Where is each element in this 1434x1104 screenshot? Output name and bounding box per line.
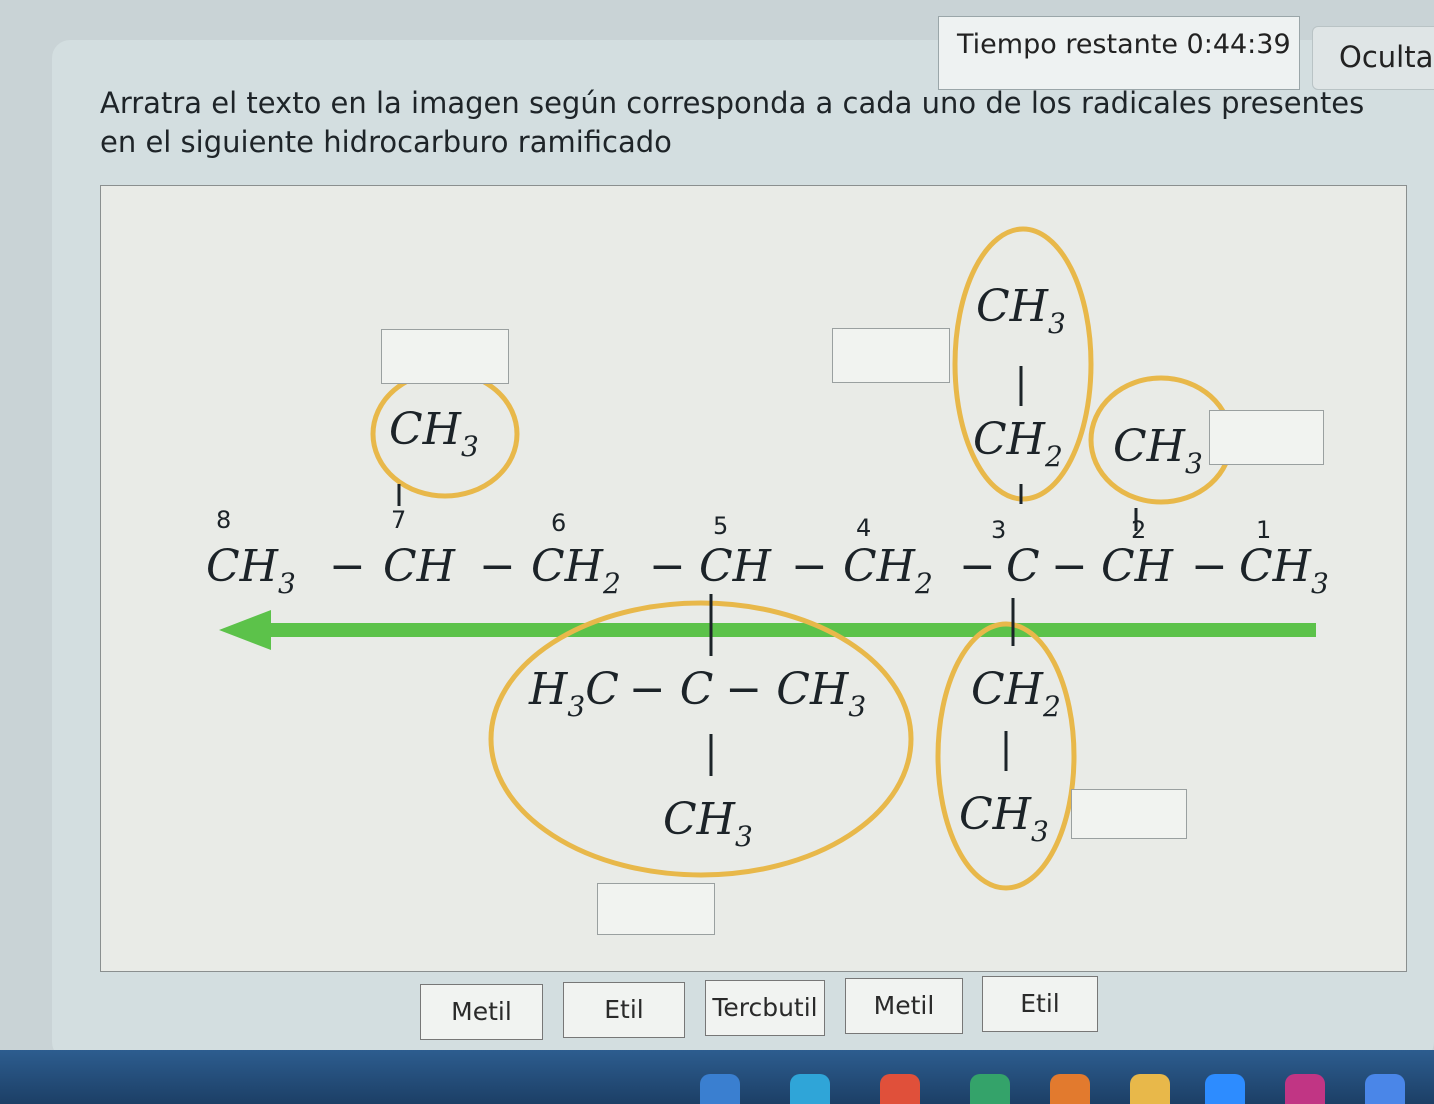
svg-text:C: C (1006, 541, 1040, 592)
methyl-c2-branch: CH3 (1113, 421, 1203, 480)
tercbutil-row: H3C − C − CH3 (528, 664, 866, 723)
chrome-icon[interactable] (880, 1074, 920, 1104)
svg-text:−: − (1051, 541, 1088, 592)
svg-text:−: − (329, 541, 366, 592)
carbon-number: 7 (391, 506, 406, 534)
svg-text:CH2: CH2 (843, 541, 933, 600)
app-icon[interactable] (970, 1074, 1010, 1104)
main-chain: CH3 − CH − CH2 − CH − CH2 − C − CH − CH3 (206, 541, 1329, 600)
carbon-number: 3 (991, 516, 1006, 544)
app-icon[interactable] (1365, 1074, 1405, 1104)
tercbutil-bottom: CH3 (663, 794, 753, 853)
svg-text:−: − (959, 541, 996, 592)
drag-label-etil[interactable]: Etil (563, 982, 685, 1038)
molecule-diagram: 8 7 6 5 4 3 2 1 CH3 − CH − CH2 − CH − CH… (206, 226, 1329, 891)
app-icon[interactable] (700, 1074, 740, 1104)
carbon-number: 4 (856, 514, 871, 542)
carbon-number: 8 (216, 506, 231, 534)
carbon-number: 6 (551, 509, 566, 537)
svg-text:CH2: CH2 (531, 541, 621, 600)
methyl-c7-branch: CH3 (389, 404, 479, 463)
firefox-icon[interactable] (1050, 1074, 1090, 1104)
timer-value: 0:44:39 (1186, 29, 1291, 60)
molecule-canvas: 8 7 6 5 4 3 2 1 CH3 − CH − CH2 − CH − CH… (100, 185, 1407, 972)
ethyl-top-ch2: CH2 (973, 414, 1063, 473)
drag-label-etil[interactable]: Etil (982, 976, 1098, 1032)
timer: Tiempo restante 0:44:39 (938, 16, 1300, 90)
drop-slot-methyl-c2[interactable] (1209, 410, 1324, 465)
instructions-text: Arratra el texto en la imagen según corr… (100, 86, 1365, 160)
drop-slot-methyl-c7[interactable] (381, 329, 509, 384)
drop-slot-ethyl-top[interactable] (832, 328, 950, 383)
folder-icon[interactable] (1130, 1074, 1170, 1104)
svg-text:−: − (1191, 541, 1228, 592)
drag-label-tercbutil[interactable]: Tercbutil (705, 980, 825, 1036)
app-icon[interactable] (790, 1074, 830, 1104)
svg-text:CH3: CH3 (1239, 541, 1329, 600)
carbon-number: 1 (1256, 516, 1271, 544)
svg-text:CH3: CH3 (206, 541, 296, 600)
svg-text:−: − (649, 541, 686, 592)
timer-label: Tiempo restante (957, 29, 1178, 60)
hide-timer-button[interactable]: Ocultar (1312, 26, 1434, 90)
ethyl-bottom-ch2: CH2 (971, 664, 1061, 723)
carbon-number: 5 (713, 512, 728, 540)
svg-text:−: − (479, 541, 516, 592)
drag-label-metil[interactable]: Metil (845, 978, 963, 1034)
svg-text:CH: CH (1101, 541, 1175, 592)
ethyl-bottom-ch3: CH3 (959, 789, 1049, 848)
svg-text:CH: CH (699, 541, 773, 592)
ethyl-top-ch3: CH3 (976, 281, 1066, 340)
svg-text:CH: CH (383, 541, 457, 592)
drag-label-metil[interactable]: Metil (420, 984, 543, 1040)
drop-slot-ethyl-bottom[interactable] (1071, 789, 1187, 839)
zoom-icon[interactable] (1205, 1074, 1245, 1104)
carbon-number: 2 (1131, 516, 1146, 544)
drop-slot-tercbutil[interactable] (597, 883, 715, 935)
numbering-arrow (219, 610, 1316, 650)
instagram-icon[interactable] (1285, 1074, 1325, 1104)
svg-text:−: − (791, 541, 828, 592)
